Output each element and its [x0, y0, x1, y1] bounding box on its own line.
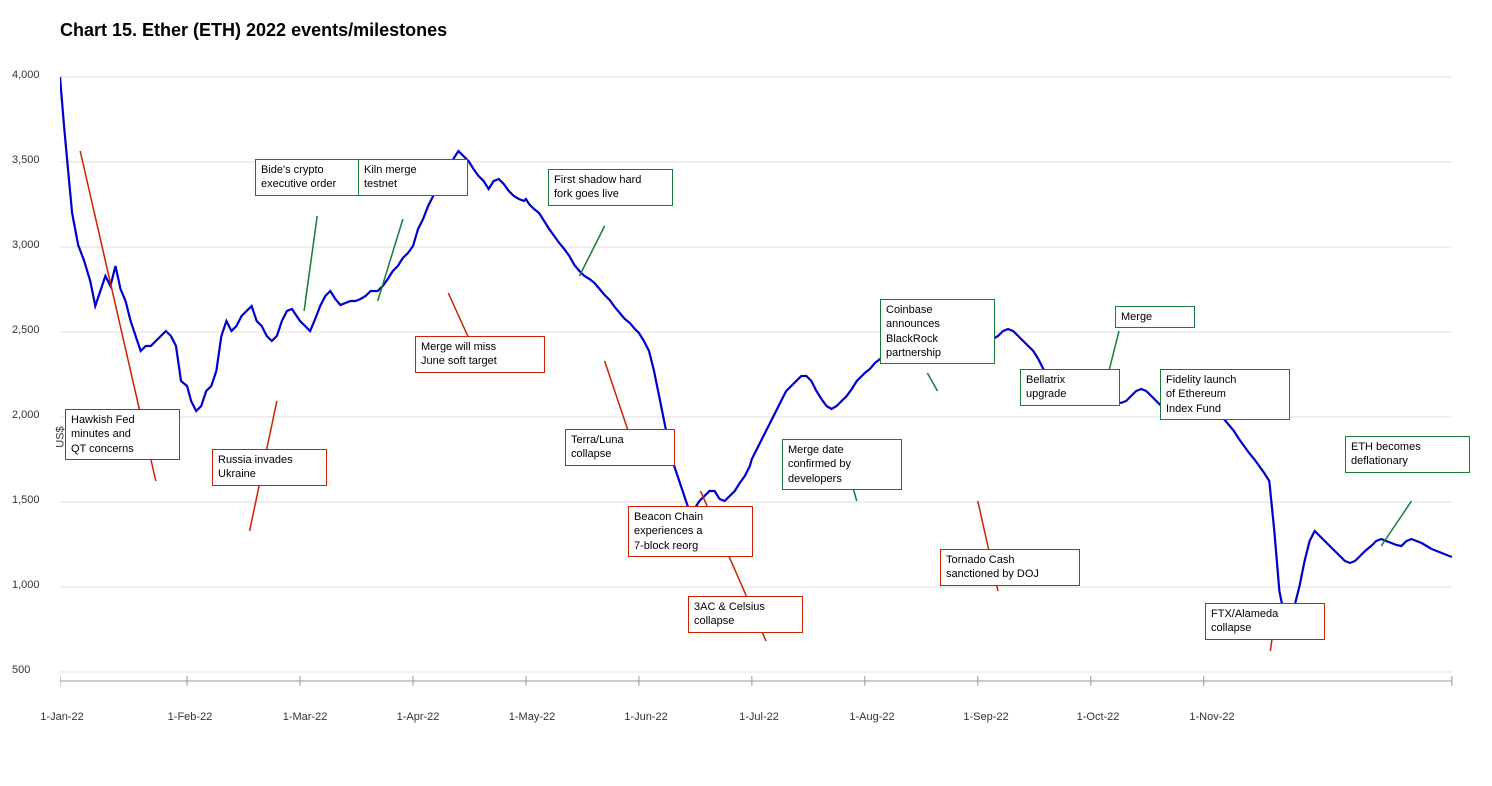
y-label-2500: 2,500 — [12, 324, 40, 336]
annotation-kiln-merge: Kiln mergetestnet — [358, 159, 468, 196]
annotation-hawkish-fed: Hawkish Fedminutes andQT concerns — [65, 409, 180, 460]
y-label-1500: 1,500 — [12, 494, 40, 506]
annotation-coinbase-blackrock: CoinbaseannouncesBlackRockpartnership — [880, 299, 995, 364]
x-label-nov: 1-Nov-22 — [1189, 711, 1234, 723]
y-label-2000: 2,000 — [12, 409, 40, 421]
chart-container: Chart 15. Ether (ETH) 2022 events/milest… — [0, 0, 1492, 786]
x-label-feb: 1-Feb-22 — [168, 711, 213, 723]
x-label-sep: 1-Sep-22 — [963, 711, 1008, 723]
y-label-4000: 4,000 — [12, 69, 40, 81]
annotation-first-shadow-fork: First shadow hardfork goes live — [548, 169, 673, 206]
y-label-1000: 1,000 — [12, 579, 40, 591]
annotation-tornado-cash: Tornado Cashsanctioned by DOJ — [940, 549, 1080, 586]
x-label-mar: 1-Mar-22 — [283, 711, 328, 723]
y-label-3000: 3,000 — [12, 239, 40, 251]
annotation-merge-miss-june: Merge will missJune soft target — [415, 336, 545, 373]
annotation-beacon-chain: Beacon Chainexperiences a7-block reorg — [628, 506, 753, 557]
annotation-russia-ukraine: Russia invadesUkraine — [212, 449, 327, 486]
annotation-terra-luna: Terra/Lunacollapse — [565, 429, 675, 466]
x-label-jan: 1-Jan-22 — [40, 711, 83, 723]
y-label-500: 500 — [12, 664, 30, 676]
y-label-3500: 3,500 — [12, 154, 40, 166]
x-label-apr: 1-Apr-22 — [397, 711, 440, 723]
chart-area: 4,000 3,500 3,000 2,500 2,000 1,500 1,00… — [60, 51, 1472, 731]
annotation-bellatrix-upgrade: Bellatrixupgrade — [1020, 369, 1120, 406]
annotation-fidelity-launch: Fidelity launchof EthereumIndex Fund — [1160, 369, 1290, 420]
annotation-eth-deflationary: ETH becomesdeflationary — [1345, 436, 1470, 473]
x-label-aug: 1-Aug-22 — [849, 711, 894, 723]
x-label-oct: 1-Oct-22 — [1077, 711, 1120, 723]
annotation-merge: Merge — [1115, 306, 1195, 328]
x-label-may: 1-May-22 — [509, 711, 555, 723]
x-label-jun: 1-Jun-22 — [624, 711, 667, 723]
annotation-ftx-alameda: FTX/Alamedacollapse — [1205, 603, 1325, 640]
annotation-3ac-celsius: 3AC & Celsiuscollapse — [688, 596, 803, 633]
annotation-merge-date-confirmed: Merge dateconfirmed bydevelopers — [782, 439, 902, 490]
x-label-jul: 1-Jul-22 — [739, 711, 779, 723]
chart-title: Chart 15. Ether (ETH) 2022 events/milest… — [60, 20, 1472, 41]
annotation-bidens-crypto: Bide's cryptoexecutive order — [255, 159, 375, 196]
